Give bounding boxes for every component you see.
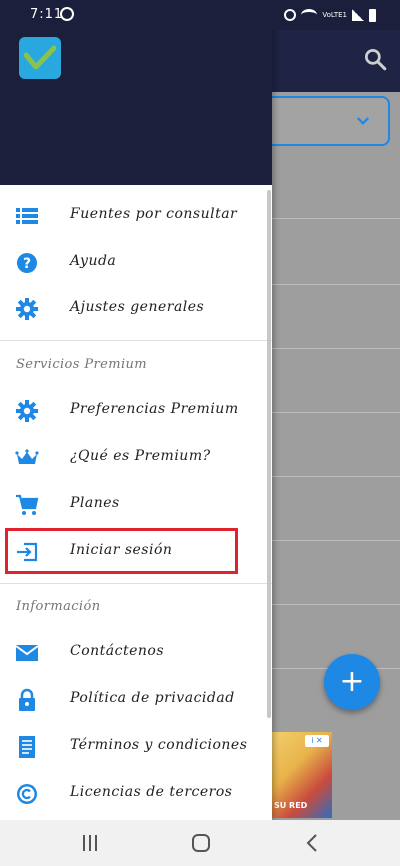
menu-item-label: Ajustes generales (70, 299, 205, 315)
document-icon (15, 735, 39, 759)
menu-item-label: Términos y condiciones (70, 737, 248, 753)
status-bar: 7:11 VoLTE1 (0, 0, 400, 30)
cart-icon (15, 493, 39, 517)
search-icon[interactable] (362, 46, 388, 72)
volte-label: VoLTE1 (322, 11, 347, 19)
crown-icon (15, 446, 39, 470)
menu-item-label: ¿Qué es Premium? (70, 448, 211, 464)
recent-apps-icon[interactable] (81, 835, 99, 851)
menu-item-label: Contáctenos (70, 643, 165, 659)
chevron-down-icon (354, 112, 372, 130)
gear-icon (15, 297, 39, 321)
list-icon (15, 204, 39, 228)
menu-item-label: Licencias de terceros (70, 784, 233, 800)
menu-item-que-es-premium[interactable]: ¿Qué es Premium? (0, 435, 272, 481)
menu-item-label: Ayuda (70, 253, 117, 269)
highlight-annotation (5, 528, 238, 574)
menu-item-ajustes[interactable]: Ajustes generales (0, 286, 272, 332)
ad-info-badge[interactable]: i ✕ (305, 735, 329, 747)
copyright-icon (15, 782, 39, 806)
mail-icon (15, 641, 39, 665)
section-divider (0, 340, 272, 341)
section-title-premium: Servicios Premium (16, 357, 148, 372)
navigation-drawer: Fuentes por consultar ? Ayuda Ajustes ge… (0, 0, 272, 820)
status-time: 7:11 (30, 7, 64, 22)
alarm-icon (284, 9, 297, 21)
section-divider (0, 583, 272, 584)
drawer-scrollbar[interactable] (267, 190, 271, 718)
ad-banner[interactable]: i ✕ SU RED (270, 732, 332, 818)
lock-icon (15, 688, 39, 712)
signal-icon (352, 9, 364, 21)
menu-item-label: Planes (70, 495, 120, 511)
menu-item-label: Preferencias Premium (70, 401, 239, 417)
menu-item-label: Política de privacidad (70, 690, 235, 706)
back-icon[interactable] (305, 833, 319, 853)
ad-text: SU RED (274, 801, 308, 810)
section-title-informacion: Información (16, 599, 101, 614)
app-logo (19, 37, 61, 79)
menu-item-preferencias-premium[interactable]: Preferencias Premium (0, 388, 272, 434)
whatsapp-icon (60, 7, 74, 21)
menu-item-planes[interactable]: Planes (0, 482, 272, 528)
battery-icon (369, 8, 376, 22)
gear-icon (15, 399, 39, 423)
menu-item-fuentes[interactable]: Fuentes por consultar (0, 193, 272, 239)
add-button[interactable]: + (324, 654, 380, 710)
system-nav-bar (0, 820, 400, 866)
menu-item-privacidad[interactable]: Política de privacidad (0, 677, 272, 723)
menu-item-contactenos[interactable]: Contáctenos (0, 630, 272, 676)
menu-item-licencias[interactable]: Licencias de terceros (0, 771, 272, 817)
home-icon[interactable] (192, 834, 210, 852)
menu-item-ayuda[interactable]: ? Ayuda (0, 240, 272, 286)
svg-text:?: ? (23, 256, 31, 272)
help-icon: ? (15, 251, 39, 275)
menu-item-terminos[interactable]: Términos y condiciones (0, 724, 272, 770)
status-icons: VoLTE1 (284, 6, 376, 24)
wifi-icon (301, 9, 318, 21)
menu-item-label: Fuentes por consultar (70, 206, 238, 222)
